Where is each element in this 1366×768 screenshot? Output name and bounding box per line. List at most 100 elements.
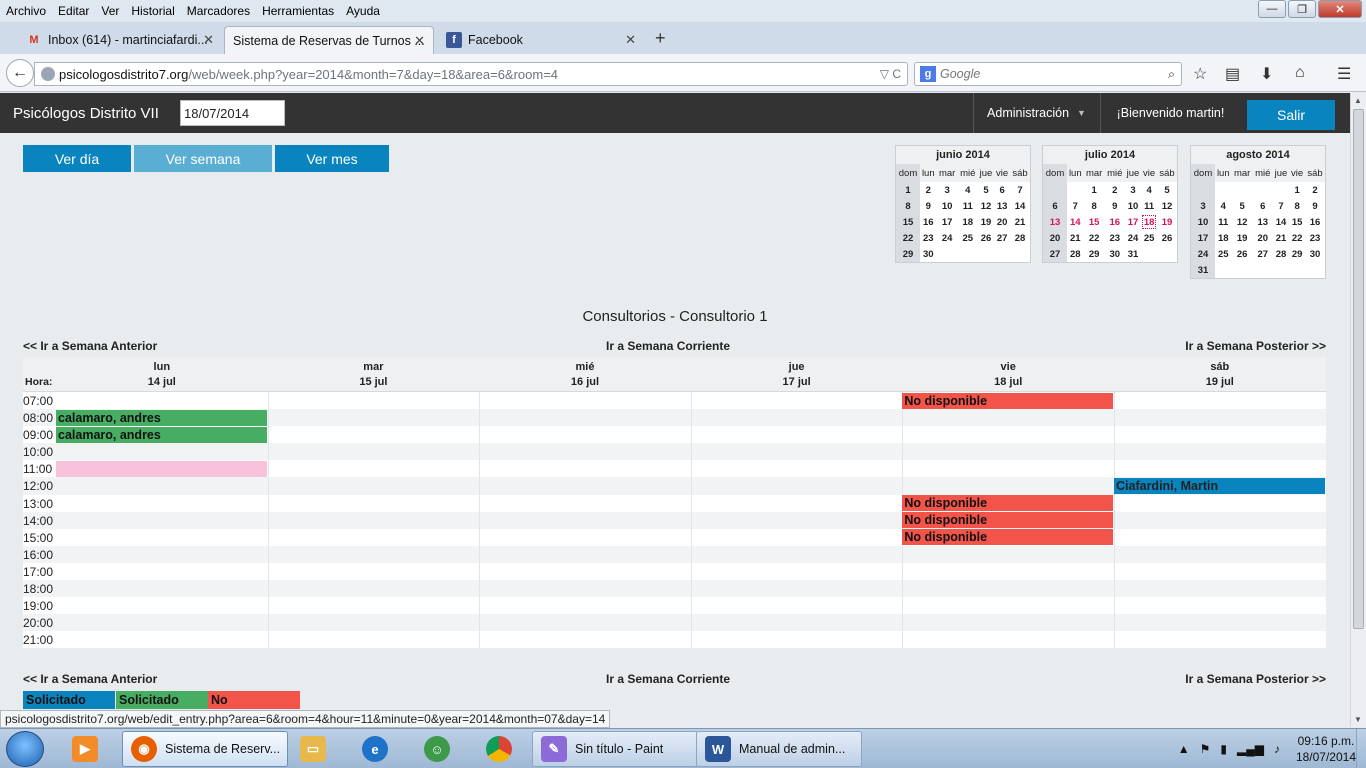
menu-editar[interactable]: Editar	[52, 4, 95, 18]
hour-label[interactable]: 20:00	[23, 616, 53, 630]
action-center-icon[interactable]: ⚑	[1200, 742, 1211, 756]
menu-archivo[interactable]: Archivo	[0, 4, 52, 18]
prev-week-link-bottom[interactable]: << Ir a Semana Anterior	[23, 672, 157, 686]
calendar-day[interactable]: 24	[937, 230, 958, 246]
calendar-day[interactable]: 3	[1125, 182, 1142, 198]
calendar-day[interactable]: 29	[896, 246, 921, 262]
hour-label[interactable]: 17:00	[23, 565, 53, 579]
taskbar-firefox[interactable]: ◉ Sistema de Reserv...	[122, 731, 288, 767]
calendar-day[interactable]: 13	[1043, 214, 1068, 230]
calendar-day[interactable]: 5	[978, 182, 995, 198]
signal-icon[interactable]: ▂▄▆	[1237, 742, 1264, 756]
calendar-day[interactable]: 6	[1253, 198, 1273, 214]
hour-label[interactable]: 16:00	[23, 548, 53, 562]
home-icon[interactable]: ⌂	[1295, 64, 1305, 82]
calendar-day[interactable]: 15	[1289, 214, 1305, 230]
calendar-day[interactable]: 25	[1215, 246, 1232, 262]
calendar-day[interactable]: 7	[1273, 198, 1290, 214]
start-button[interactable]	[6, 731, 44, 767]
calendar-day[interactable]: 8	[1084, 198, 1105, 214]
next-week-link[interactable]: Ir a Semana Posterior >>	[1185, 339, 1326, 353]
hour-label[interactable]: 13:00	[23, 497, 53, 511]
calendar-day[interactable]: 25	[1141, 230, 1157, 246]
calendar-day[interactable]: 26	[978, 230, 995, 246]
hour-label[interactable]: 07:00	[23, 394, 53, 408]
calendar-day[interactable]: 10	[1191, 214, 1216, 230]
calendar-day[interactable]: 10	[937, 198, 958, 214]
calendar-day[interactable]: 17	[1191, 230, 1216, 246]
hour-label[interactable]: 15:00	[23, 531, 53, 545]
calendar-day[interactable]: 20	[1043, 230, 1068, 246]
calendar-day[interactable]: 26	[1232, 246, 1253, 262]
chrome-icon[interactable]	[472, 731, 526, 767]
booking-entry[interactable]: Ciafardini, Martin	[1114, 478, 1325, 494]
close-tab-icon[interactable]: ✕	[625, 32, 636, 48]
calendar-day[interactable]: 30	[920, 246, 937, 262]
calendar-day[interactable]: 4	[1215, 198, 1232, 214]
day-header[interactable]: vie 18 jul	[902, 360, 1114, 390]
hour-label[interactable]: 12:00	[23, 479, 53, 493]
calendar-day[interactable]: 12	[978, 198, 995, 214]
calendar-day[interactable]: 16	[1305, 214, 1325, 230]
calendar-day[interactable]: 26	[1157, 230, 1177, 246]
url-bar[interactable]: psicologosdistrito7.org/web/week.php?yea…	[34, 62, 908, 86]
scroll-down-icon[interactable]: ▼	[1354, 715, 1362, 724]
calendar-day[interactable]: 5	[1157, 182, 1177, 198]
hour-label[interactable]: 11:00	[23, 462, 52, 476]
download-icon[interactable]: ⬇	[1260, 64, 1273, 84]
booking-entry[interactable]: No disponible	[902, 512, 1113, 529]
hamburger-menu-icon[interactable]: ☰	[1337, 64, 1351, 84]
mini-calendar-title[interactable]: junio 2014	[896, 146, 1030, 164]
calendar-day[interactable]: 13	[994, 198, 1010, 214]
calendar-day[interactable]: 8	[896, 198, 921, 214]
menu-herramientas[interactable]: Herramientas	[256, 4, 340, 18]
calendar-day[interactable]: 1	[896, 182, 921, 198]
calendar-day[interactable]: 27	[1253, 246, 1273, 262]
calendar-day[interactable]: 2	[1305, 182, 1325, 198]
calendar-day[interactable]: 1	[1084, 182, 1105, 198]
calendar-day[interactable]: 7	[1067, 198, 1084, 214]
calendar-day[interactable]: 22	[1289, 230, 1305, 246]
calendar-day[interactable]: 18	[1141, 214, 1157, 230]
day-header[interactable]: mar 15 jul	[268, 360, 480, 390]
calendar-day[interactable]: 14	[1273, 214, 1290, 230]
calendar-day[interactable]: 21	[1273, 230, 1290, 246]
view-week-button[interactable]: Ver semana	[134, 145, 272, 172]
close-tab-icon[interactable]: ✕	[203, 32, 214, 48]
calendar-day[interactable]: 30	[1305, 246, 1325, 262]
calendar-day[interactable]: 29	[1289, 246, 1305, 262]
calendar-day[interactable]: 17	[1125, 214, 1142, 230]
show-desktop-button[interactable]	[1356, 729, 1366, 768]
booking-entry[interactable]: calamaro, andres	[56, 426, 267, 443]
calendar-day[interactable]: 6	[1043, 198, 1068, 214]
menu-ayuda[interactable]: Ayuda	[340, 4, 386, 18]
calendar-day[interactable]: 28	[1067, 246, 1084, 262]
close-window-button[interactable]: ✕	[1318, 0, 1362, 18]
calendar-day[interactable]: 23	[1305, 230, 1325, 246]
search-icon[interactable]: ⌕	[1168, 67, 1175, 82]
tray-expand-icon[interactable]: ▲	[1178, 742, 1190, 756]
calendar-day[interactable]: 10	[1125, 198, 1142, 214]
url-actions[interactable]: ▽ C	[880, 67, 901, 81]
calendar-day[interactable]: 9	[1105, 198, 1125, 214]
calendar-day[interactable]: 11	[958, 198, 978, 214]
calendar-day[interactable]: 24	[1191, 246, 1216, 262]
day-header[interactable]: sáb 19 jul	[1114, 360, 1326, 390]
calendar-day[interactable]: 7	[1010, 182, 1030, 198]
bookmarks-list-icon[interactable]: ▤	[1225, 64, 1240, 84]
calendar-day[interactable]: 4	[1141, 182, 1157, 198]
taskbar-word[interactable]: W Manual de admin...	[696, 731, 862, 767]
menu-marcadores[interactable]: Marcadores	[181, 4, 256, 18]
calendar-day[interactable]: 6	[994, 182, 1010, 198]
calendar-day[interactable]: 11	[1215, 214, 1232, 230]
selected-slot[interactable]	[56, 460, 267, 477]
calendar-day[interactable]: 1	[1289, 182, 1305, 198]
calendar-day[interactable]: 16	[1105, 214, 1125, 230]
new-tab-button[interactable]: +	[655, 28, 666, 49]
day-header[interactable]: lun 14 jul	[56, 360, 268, 390]
calendar-day[interactable]: 29	[1084, 246, 1105, 262]
calendar-day[interactable]: 11	[1141, 198, 1157, 214]
users-icon[interactable]: ☺	[410, 731, 464, 767]
calendar-day[interactable]: 13	[1253, 214, 1273, 230]
calendar-day[interactable]: 8	[1289, 198, 1305, 214]
